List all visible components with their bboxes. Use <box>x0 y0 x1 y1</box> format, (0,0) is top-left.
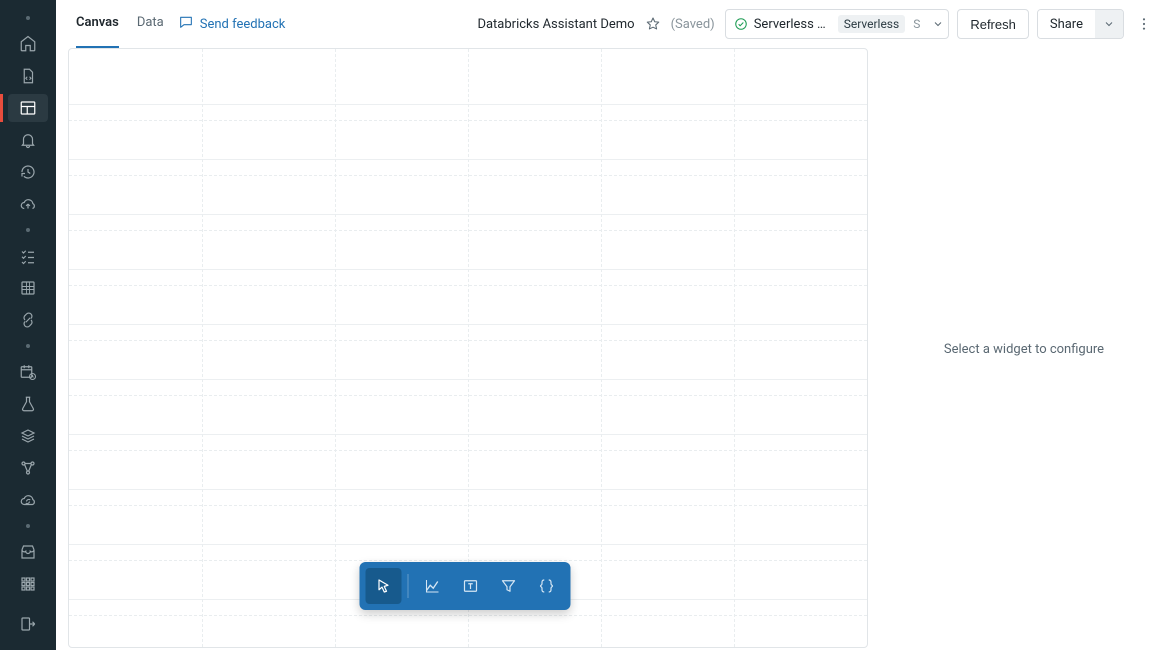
config-panel: Select a widget to configure <box>874 48 1174 650</box>
nav-separator <box>26 228 30 232</box>
send-feedback-link[interactable]: Send feedback <box>178 14 286 34</box>
config-placeholder: Select a widget to configure <box>944 342 1104 357</box>
delta-icon[interactable] <box>8 454 48 482</box>
dashboard-canvas[interactable] <box>68 48 868 648</box>
toolbar-divider <box>408 574 409 598</box>
share-dropdown[interactable] <box>1095 10 1123 38</box>
tab-canvas[interactable]: Canvas <box>76 0 119 49</box>
grid-line <box>867 49 868 647</box>
jobs-icon[interactable] <box>8 358 48 386</box>
more-menu-button[interactable] <box>1130 10 1158 38</box>
history-icon[interactable] <box>8 158 48 186</box>
grid-line <box>468 49 469 647</box>
home-icon[interactable] <box>8 30 48 58</box>
compute-name: Serverless Sta… <box>754 17 832 32</box>
dashboards-icon[interactable] <box>8 94 48 122</box>
nav-separator <box>26 16 30 20</box>
cursor-tool[interactable] <box>366 568 402 604</box>
canvas-container <box>56 48 874 650</box>
main: Select a widget to configure <box>56 48 1174 650</box>
widget-toolbar <box>360 562 571 610</box>
chart-tool[interactable] <box>415 568 451 604</box>
compute-size-letter: S <box>913 17 920 31</box>
compute-selector[interactable]: Serverless Sta… Serverless S <box>725 9 950 39</box>
code-tool[interactable] <box>529 568 565 604</box>
chevron-down-icon <box>932 18 944 30</box>
favorite-button[interactable] <box>645 16 661 32</box>
grid-line <box>601 49 602 647</box>
grid-line <box>202 49 203 647</box>
connections-icon[interactable] <box>8 306 48 334</box>
left-nav <box>0 0 56 650</box>
models-icon[interactable] <box>8 422 48 450</box>
collapse-icon[interactable] <box>8 610 48 638</box>
text-tool[interactable] <box>453 568 489 604</box>
header-bar: Canvas Data Send feedback Databricks Ass… <box>56 0 1174 48</box>
send-feedback-label: Send feedback <box>200 17 286 32</box>
share-button[interactable]: Share <box>1038 10 1095 38</box>
saved-status: (Saved) <box>671 17 715 32</box>
partner-icon[interactable] <box>8 570 48 598</box>
data-icon[interactable] <box>8 274 48 302</box>
nav-separator <box>26 524 30 528</box>
nav-separator <box>26 344 30 348</box>
status-ok-icon <box>734 17 748 31</box>
warehouses-icon[interactable] <box>8 190 48 218</box>
experiments-icon[interactable] <box>8 390 48 418</box>
filter-tool[interactable] <box>491 568 527 604</box>
queries-icon[interactable] <box>8 242 48 270</box>
alerts-icon[interactable] <box>8 126 48 154</box>
dashboard-title[interactable]: Databricks Assistant Demo <box>477 17 634 32</box>
tabs: Canvas Data <box>76 0 164 49</box>
marketplace-icon[interactable] <box>8 538 48 566</box>
refresh-button[interactable]: Refresh <box>957 9 1029 39</box>
tab-data[interactable]: Data <box>137 0 164 49</box>
cloud-sync-icon[interactable] <box>8 486 48 514</box>
grid-line <box>335 49 336 647</box>
workspace-icon[interactable] <box>8 62 48 90</box>
share-button-group: Share <box>1037 9 1124 39</box>
chat-icon <box>178 14 194 34</box>
grid-line <box>734 49 735 647</box>
compute-chip: Serverless <box>838 15 906 33</box>
